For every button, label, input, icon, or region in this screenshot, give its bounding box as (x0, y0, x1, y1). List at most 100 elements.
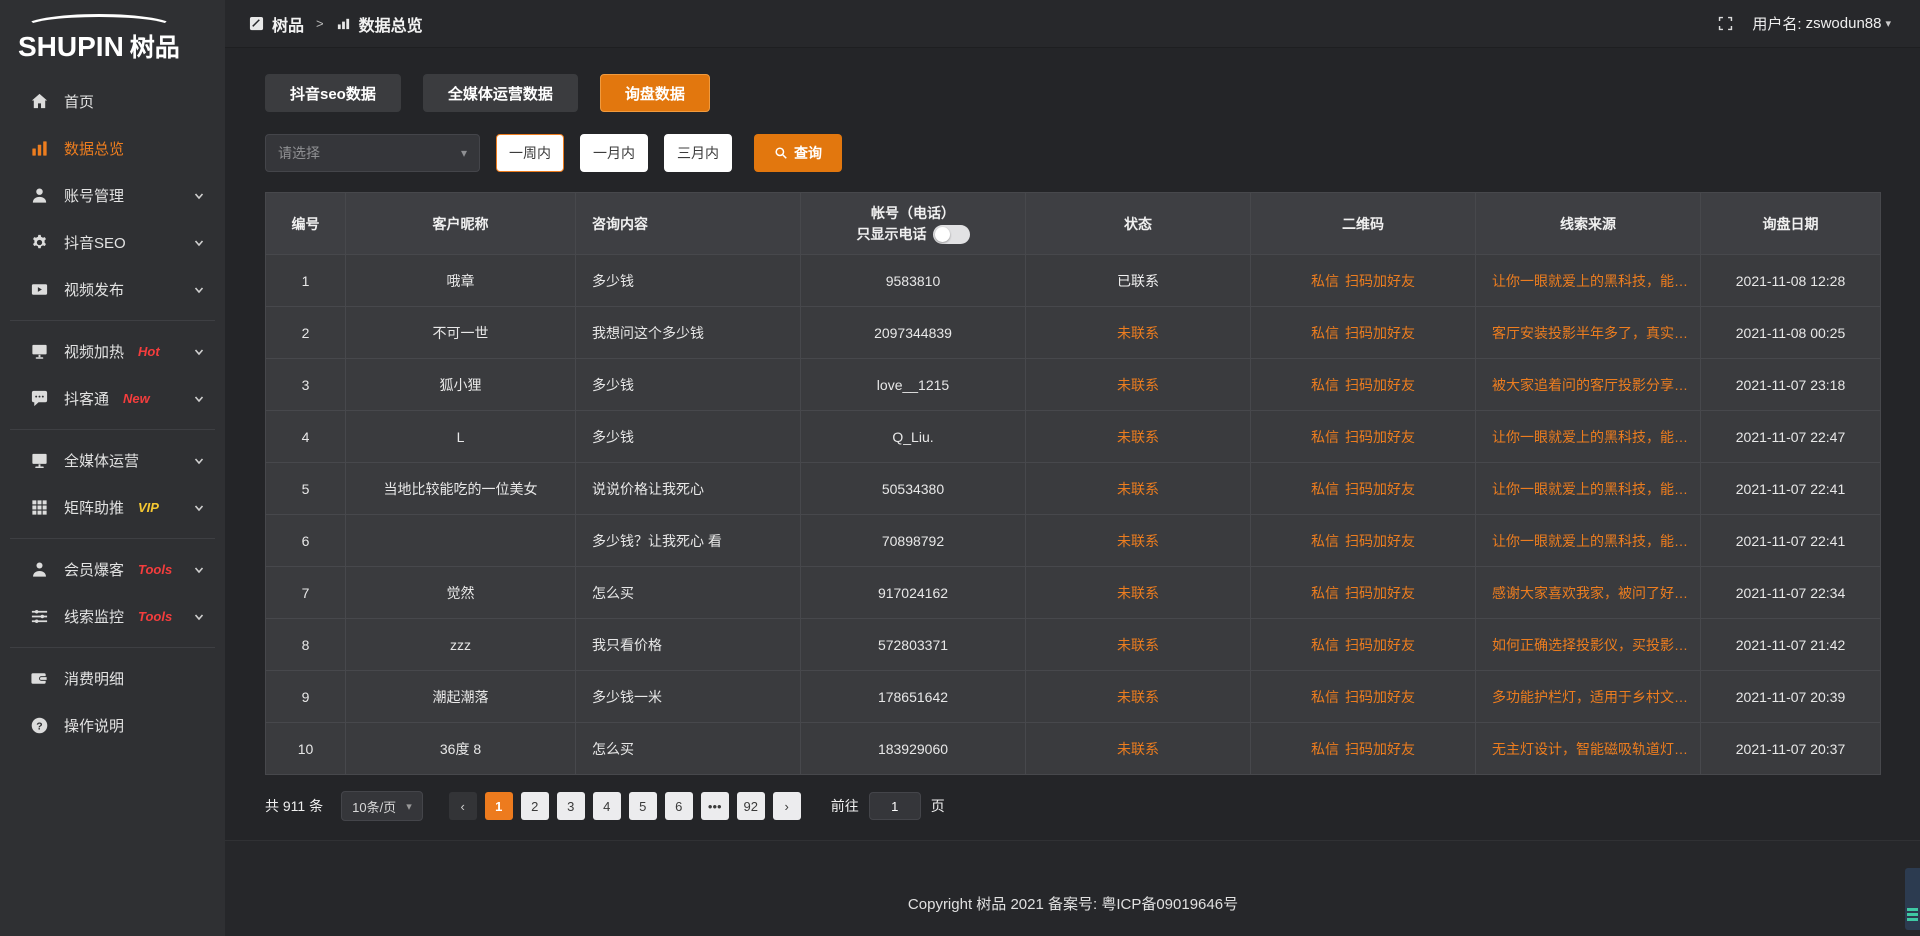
range-button-0[interactable]: 一周内 (496, 134, 564, 172)
side-floating-widget[interactable] (1905, 868, 1920, 930)
qr-scan-add-friend-link[interactable]: 扫码加好友 (1345, 325, 1415, 341)
page-button-4[interactable]: 4 (593, 792, 621, 820)
page-button-92[interactable]: 92 (737, 792, 765, 820)
table-row: 5当地比较能吃的一位美女说说价格让我死心50534380未联系私信扫码加好友让你… (266, 463, 1881, 515)
qr-scan-add-friend-link[interactable]: 扫码加好友 (1345, 429, 1415, 445)
sidebar-item-screen[interactable]: 视频加热Hot (0, 328, 225, 375)
sidebar-item-question[interactable]: ?操作说明 (0, 702, 225, 749)
page-button-1[interactable]: 1 (485, 792, 513, 820)
date-range-group: 一周内一月内三月内 (480, 134, 732, 172)
next-page-button[interactable]: › (773, 792, 801, 820)
breadcrumb-separator: > (316, 16, 324, 31)
source-link[interactable]: 被大家追着问的客厅投影分享… (1492, 377, 1688, 393)
qr-scan-add-friend-link[interactable]: 扫码加好友 (1345, 273, 1415, 289)
sidebar-badge: New (123, 391, 150, 406)
more-pages-button[interactable]: ••• (701, 792, 729, 820)
cell-qrcode: 私信扫码加好友 (1251, 567, 1476, 619)
qr-scan-add-friend-link[interactable]: 扫码加好友 (1345, 637, 1415, 653)
account-filter-select[interactable]: 请选择 ▾ (265, 134, 480, 172)
sidebar-item-chart[interactable]: 数据总览 (0, 125, 225, 172)
sidebar-item-home[interactable]: 首页 (0, 78, 225, 125)
cell-status: 未联系 (1026, 411, 1251, 463)
sidebar-item-monitor[interactable]: 全媒体运营 (0, 437, 225, 484)
cell-source: 让你一眼就爱上的黑科技，能… (1476, 255, 1701, 307)
search-button[interactable]: 查询 (754, 134, 842, 172)
range-button-2[interactable]: 三月内 (664, 134, 732, 172)
qr-private-message-link[interactable]: 私信 (1311, 533, 1339, 549)
page-button-6[interactable]: 6 (665, 792, 693, 820)
breadcrumb-root[interactable]: 树品 (272, 12, 304, 36)
range-button-1[interactable]: 一月内 (580, 134, 648, 172)
qr-private-message-link[interactable]: 私信 (1311, 585, 1339, 601)
sidebar-item-user[interactable]: 账号管理 (0, 172, 225, 219)
cell-date: 2021-11-07 20:37 (1701, 723, 1881, 775)
sidebar-item-wallet[interactable]: 消费明细 (0, 655, 225, 702)
brand-mini-icon (249, 16, 264, 31)
cell-content: 多少钱？让我死心 看 (576, 515, 801, 567)
sidebar-item-video[interactable]: 视频发布 (0, 266, 225, 313)
cell-qrcode: 私信扫码加好友 (1251, 671, 1476, 723)
sidebar-item-gear[interactable]: 抖音SEO (0, 219, 225, 266)
page-button-2[interactable]: 2 (521, 792, 549, 820)
cell-qrcode: 私信扫码加好友 (1251, 515, 1476, 567)
qr-scan-add-friend-link[interactable]: 扫码加好友 (1345, 741, 1415, 757)
qr-private-message-link[interactable]: 私信 (1311, 689, 1339, 705)
sidebar-divider (10, 647, 215, 648)
source-link[interactable]: 无主灯设计，智能磁吸轨道灯… (1492, 741, 1688, 757)
qr-private-message-link[interactable]: 私信 (1311, 377, 1339, 393)
qr-private-message-link[interactable]: 私信 (1311, 273, 1339, 289)
user-menu[interactable]: 用户名: zswodun88 ▾ (1752, 13, 1891, 34)
sidebar-item-label: 数据总览 (64, 138, 124, 159)
source-link[interactable]: 让你一眼就爱上的黑科技，能… (1492, 481, 1688, 497)
select-placeholder: 请选择 (278, 143, 320, 163)
source-link[interactable]: 让你一眼就爱上的黑科技，能… (1492, 533, 1688, 549)
cell-content: 我只看价格 (576, 619, 801, 671)
table-row: 1哦章多少钱9583810已联系私信扫码加好友让你一眼就爱上的黑科技，能…202… (266, 255, 1881, 307)
sidebar-item-chat[interactable]: 抖客通New (0, 375, 225, 422)
tab-1[interactable]: 全媒体运营数据 (423, 74, 578, 112)
qr-private-message-link[interactable]: 私信 (1311, 325, 1339, 341)
cell-no: 6 (266, 515, 346, 567)
page-size-select[interactable]: 10条/页 ▾ (341, 791, 423, 821)
col-content: 咨询内容 (576, 193, 801, 255)
source-link[interactable]: 多功能护栏灯，适用于乡村文… (1492, 689, 1688, 705)
goto-page-input[interactable] (869, 792, 921, 820)
source-link[interactable]: 让你一眼就爱上的黑科技，能… (1492, 273, 1688, 289)
phone-only-toggle[interactable] (933, 225, 970, 244)
cell-source: 多功能护栏灯，适用于乡村文… (1476, 671, 1701, 723)
user2-icon (30, 560, 49, 579)
cell-status: 已联系 (1026, 255, 1251, 307)
source-link[interactable]: 如何正确选择投影仪，买投影… (1492, 637, 1688, 653)
qr-scan-add-friend-link[interactable]: 扫码加好友 (1345, 533, 1415, 549)
sidebar-item-grid[interactable]: 矩阵助推VIP (0, 484, 225, 531)
qr-private-message-link[interactable]: 私信 (1311, 637, 1339, 653)
sidebar-item-user2[interactable]: 会员爆客Tools (0, 546, 225, 593)
table-row: 7觉然怎么买917024162未联系私信扫码加好友感谢大家喜欢我家，被问了好…2… (266, 567, 1881, 619)
prev-page-button[interactable]: ‹ (449, 792, 477, 820)
cell-date: 2021-11-07 21:42 (1701, 619, 1881, 671)
fullscreen-icon[interactable] (1717, 15, 1734, 32)
source-link[interactable]: 客厅安装投影半年多了，真实… (1492, 325, 1688, 341)
page-button-3[interactable]: 3 (557, 792, 585, 820)
total-count: 共 911 条 (265, 796, 323, 816)
sidebar-item-sliders[interactable]: 线索监控Tools (0, 593, 225, 640)
chevron-down-icon (193, 611, 205, 623)
cell-status: 未联系 (1026, 359, 1251, 411)
qr-scan-add-friend-link[interactable]: 扫码加好友 (1345, 377, 1415, 393)
page-button-5[interactable]: 5 (629, 792, 657, 820)
qr-private-message-link[interactable]: 私信 (1311, 741, 1339, 757)
chevron-down-icon (193, 346, 205, 358)
source-link[interactable]: 感谢大家喜欢我家，被问了好… (1492, 585, 1688, 601)
qr-scan-add-friend-link[interactable]: 扫码加好友 (1345, 481, 1415, 497)
tab-0[interactable]: 抖音seo数据 (265, 74, 401, 112)
qr-private-message-link[interactable]: 私信 (1311, 481, 1339, 497)
qr-scan-add-friend-link[interactable]: 扫码加好友 (1345, 585, 1415, 601)
qr-scan-add-friend-link[interactable]: 扫码加好友 (1345, 689, 1415, 705)
logo-text-cn: 树品 (130, 28, 180, 64)
cell-nickname: 36度 8 (346, 723, 576, 775)
source-link[interactable]: 让你一眼就爱上的黑科技，能… (1492, 429, 1688, 445)
sidebar-item-label: 抖音SEO (64, 232, 126, 253)
tab-2[interactable]: 询盘数据 (600, 74, 710, 112)
cell-account: 572803371 (801, 619, 1026, 671)
qr-private-message-link[interactable]: 私信 (1311, 429, 1339, 445)
